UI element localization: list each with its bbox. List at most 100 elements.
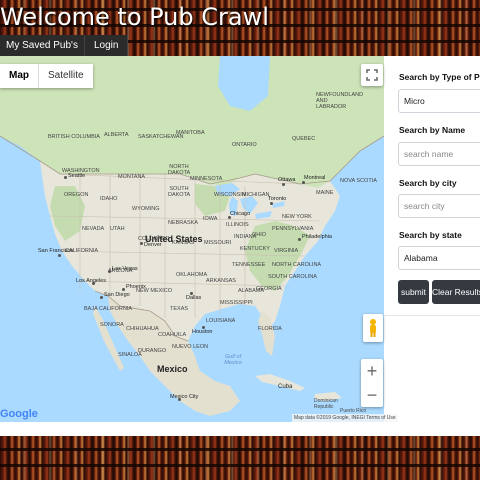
city-chicago: Chicago [230, 211, 251, 217]
city-toronto: Toronto [268, 196, 287, 202]
site-title: Welcome to Pub Crawl [0, 3, 269, 31]
map-canvas[interactable]: United States Mexico Cuba Gulf of Mexico… [0, 56, 384, 422]
city-seattle: Seattle [68, 173, 86, 179]
map-label-coahuila: COAHUILA [158, 332, 187, 338]
map-label-missouri: MISSOURI [204, 240, 232, 246]
map-label-wisconsin: WISCONSIN [214, 192, 246, 198]
city-houston: Houston [192, 329, 213, 335]
map-label-georgia: GEORGIA [256, 286, 282, 292]
city-dot [108, 270, 111, 273]
map-label-nebraska: NEBRASKA [168, 220, 198, 226]
zoom-in-button[interactable]: + [361, 359, 383, 383]
map-label-oregon: OREGON [64, 192, 89, 198]
state-label: Search by state [399, 230, 462, 240]
map-label-kansas: KANSAS [172, 240, 195, 246]
map-label-nuevo-leon: NUEVO LEON [172, 344, 209, 350]
map-label-maine: MAINE [316, 190, 334, 196]
map-label-quebec: QUEBEC [292, 136, 316, 142]
state-select[interactable]: Alabama [398, 246, 480, 270]
city-los-angeles: Los Angeles [76, 278, 106, 284]
name-label: Search by Name [399, 125, 466, 135]
zoom-out-button[interactable]: − [361, 383, 383, 407]
city-san-francisco: San Francisco [38, 248, 74, 254]
map-label-durango: DURANGO [138, 348, 167, 354]
map-label-utah: UTAH [110, 226, 125, 232]
city-dot [100, 296, 103, 299]
map-label-minnesota: MINNESOTA [190, 176, 223, 182]
map-label-pennsylvania: PENNSYLVANIA [272, 226, 314, 232]
panel-divider [384, 315, 480, 316]
city-dot [140, 242, 143, 245]
map-label-baja: BAJA CALIFORNIA [84, 306, 132, 312]
map-label-gulf: Gulf of Mexico [224, 354, 242, 366]
footer-banner [0, 436, 480, 480]
pegman-icon [370, 319, 376, 337]
type-label: Search by Type of Pub [399, 72, 480, 82]
map-label-mexico: Mexico [157, 364, 188, 374]
google-logo: Google [0, 408, 38, 420]
city-search-input[interactable]: search city [398, 194, 480, 218]
map-type-control: Map Satellite [0, 64, 93, 88]
map-label-texas: TEXAS [170, 306, 189, 312]
city-dot [270, 202, 273, 205]
city-dot [298, 238, 301, 241]
map-label-florida: FLORIDA [258, 326, 282, 332]
city-dot [64, 176, 67, 179]
city-denver: Denver [144, 242, 162, 248]
search-panel: Search by Type of Pub Micro Search by Na… [390, 60, 480, 315]
map-label-kentucky: KENTUCKY [240, 246, 270, 252]
clear-results-button[interactable]: Clear Results [432, 280, 480, 304]
map-label-manitoba: MANITOBA [176, 130, 205, 136]
map-label-chihuahua: CHIHUAHUA [126, 326, 159, 332]
city-ottawa: Ottawa [278, 177, 296, 183]
map-type-map-button[interactable]: Map [0, 64, 38, 88]
city-label: Search by city [399, 178, 457, 188]
city-philadelphia: Philadelphia [302, 234, 332, 240]
map-label-nova-scotia: NOVA SCOTIA [340, 178, 377, 184]
submit-button[interactable]: submit [398, 280, 429, 304]
zoom-control: + − [361, 359, 383, 407]
map-label-south-dakota: SOUTH DAKOTA [168, 186, 191, 198]
city-las-vegas: Las Vegas [112, 266, 138, 272]
map-label-iowa: IOWA [203, 216, 218, 222]
city-phoenix: Phoenix [126, 284, 146, 290]
map-label-michigan: MICHIGAN [242, 192, 270, 198]
map-label-alberta: ALBERTA [104, 132, 129, 138]
map-label-newfoundland: NEWFOUNDLAND AND LABRADOR [316, 92, 364, 110]
city-dot [122, 288, 125, 291]
map-label-sinaloa: SINALOA [118, 352, 142, 358]
map-label-illinois: ILLINOIS [226, 222, 249, 228]
nav-login-link[interactable]: Login [84, 35, 129, 56]
map-label-mississippi: MISSISSIPPI [220, 300, 253, 306]
map-label-tennessee: TENNESSEE [232, 262, 266, 268]
city-montreal: Montreal [304, 175, 326, 181]
map-type-satellite-button[interactable]: Satellite [39, 64, 93, 88]
city-mexico-city: Mexico City [170, 394, 199, 400]
map-label-british-columbia: BRITISH COLUMBIA [48, 134, 100, 140]
map-label-indiana: INDIANA [234, 234, 257, 240]
map-attribution[interactable]: Map data ©2019 Google, INEGI Terms of Us… [292, 414, 398, 422]
header-banner: Welcome to Pub Crawl My Saved Pub's Logi… [0, 0, 480, 56]
name-search-input[interactable]: search name [398, 142, 480, 166]
map-label-montana: MONTANA [118, 174, 146, 180]
map-label-oklahoma: OKLAHOMA [176, 272, 208, 278]
city-dot [282, 183, 285, 186]
city-dot [58, 254, 61, 257]
map-label-new-york: NEW YORK [282, 214, 312, 220]
map-label-cuba: Cuba [278, 384, 293, 390]
map-label-idaho: IDAHO [100, 196, 118, 202]
map-label-north-dakota: NORTH DAKOTA [168, 164, 191, 176]
map-label-louisiana: LOUISIANA [206, 318, 236, 324]
map-label-ontario: ONTARIO [232, 142, 257, 148]
fullscreen-button[interactable] [361, 64, 383, 86]
map-label-virginia: VIRGINIA [274, 248, 299, 254]
fullscreen-icon [366, 69, 378, 81]
map-label-nevada: NEVADA [82, 226, 105, 232]
map-label-south-carolina: SOUTH CAROLINA [268, 274, 317, 280]
pub-type-select[interactable]: Micro [398, 89, 480, 113]
city-san-diego: San Diego [104, 292, 130, 298]
map-label-sonora: SONORA [100, 322, 124, 328]
nav-saved-pubs-link[interactable]: My Saved Pub's [0, 35, 85, 56]
street-view-pegman[interactable] [363, 314, 383, 342]
map-label-wyoming: WYOMING [132, 206, 160, 212]
